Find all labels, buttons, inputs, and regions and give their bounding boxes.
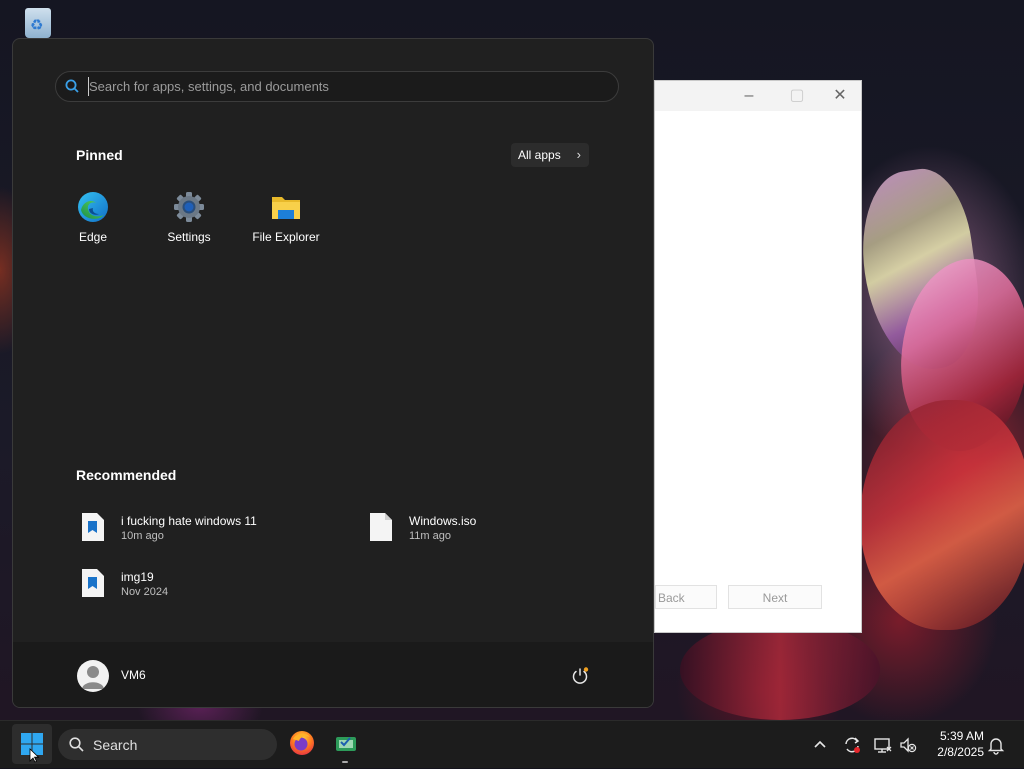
recommended-item-name: Windows.iso — [409, 514, 477, 528]
folder-icon — [272, 197, 300, 219]
pinned-app-label: Settings — [167, 230, 211, 244]
recommended-item[interactable]: Windows.iso 11m ago — [364, 509, 614, 549]
settings-gear-icon — [174, 192, 204, 222]
clock-date: 2/8/2025 — [937, 745, 984, 759]
running-indicator — [342, 761, 348, 763]
minimize-icon[interactable]: – — [739, 86, 759, 106]
search-input[interactable] — [88, 77, 589, 96]
back-button[interactable]: Back — [655, 585, 717, 609]
file-icon — [370, 513, 392, 541]
image-file-icon — [82, 569, 104, 597]
windows-logo-icon — [21, 733, 43, 763]
chevron-up-icon[interactable] — [810, 735, 830, 755]
maximize-icon[interactable]: ▢ — [787, 86, 807, 106]
taskbar-search-label: Search — [93, 737, 138, 753]
network-icon[interactable] — [873, 735, 893, 755]
recommended-heading: Recommended — [76, 467, 177, 483]
pinned-app-label: Edge — [78, 230, 108, 244]
all-apps-label: All apps — [518, 148, 561, 162]
user-avatar-icon[interactable] — [77, 660, 109, 692]
dialog-titlebar: – ▢ ✕ — [655, 81, 861, 111]
recommended-item-time: 11m ago — [409, 530, 451, 542]
taskbar-search-box[interactable]: Search — [58, 729, 277, 760]
recommended-item[interactable]: i fucking hate windows 11 10m ago — [76, 509, 326, 549]
volume-muted-icon[interactable] — [898, 735, 918, 755]
taskbar-app-spreadsheet[interactable] — [332, 729, 360, 765]
recommended-item-name: i fucking hate windows 11 — [121, 514, 257, 528]
chevron-right-icon: › — [576, 147, 581, 162]
taskbar-clock[interactable]: 5:39 AM 2/8/2025 — [928, 728, 984, 760]
recommended-item-time: Nov 2024 — [121, 586, 169, 598]
pinned-app-settings[interactable]: Settings — [147, 189, 231, 249]
start-menu-footer: VM6 — [13, 642, 653, 707]
wallpaper-ribbon — [680, 620, 880, 720]
search-icon — [65, 79, 79, 93]
wallpaper-ribbon — [860, 400, 1024, 630]
setup-dialog: – ▢ ✕ Back Next — [654, 80, 862, 633]
start-search-box[interactable] — [55, 71, 619, 102]
pinned-heading: Pinned — [76, 147, 123, 163]
start-menu: Pinned All apps › Edge — [12, 38, 654, 708]
pinned-app-edge[interactable]: Edge — [51, 189, 135, 249]
edge-icon — [78, 192, 108, 222]
close-icon[interactable]: ✕ — [830, 86, 850, 106]
start-button[interactable] — [12, 724, 52, 764]
taskbar: Search 5:39 AM 2/8/2025 — [0, 720, 1024, 768]
pinned-app-file-explorer[interactable]: File Explorer — [244, 189, 328, 249]
recommended-item-name: img19 — [121, 570, 154, 584]
recommended-item[interactable]: img19 Nov 2024 — [76, 565, 326, 605]
next-button[interactable]: Next — [728, 585, 822, 609]
recycle-bin-icon[interactable]: ♻ — [20, 6, 56, 38]
pinned-app-label: File Explorer — [252, 230, 320, 244]
spreadsheet-app-icon — [336, 737, 356, 751]
power-icon[interactable] — [571, 667, 589, 685]
search-icon — [69, 737, 84, 752]
user-name[interactable]: VM6 — [121, 668, 146, 682]
image-file-icon — [82, 513, 104, 541]
clock-time: 5:39 AM — [939, 729, 984, 743]
notification-bell-icon[interactable] — [986, 735, 1006, 755]
recommended-item-time: 10m ago — [121, 530, 164, 542]
sync-icon[interactable] — [842, 735, 862, 755]
all-apps-button[interactable]: All apps › — [511, 143, 589, 167]
firefox-icon[interactable] — [288, 729, 316, 757]
